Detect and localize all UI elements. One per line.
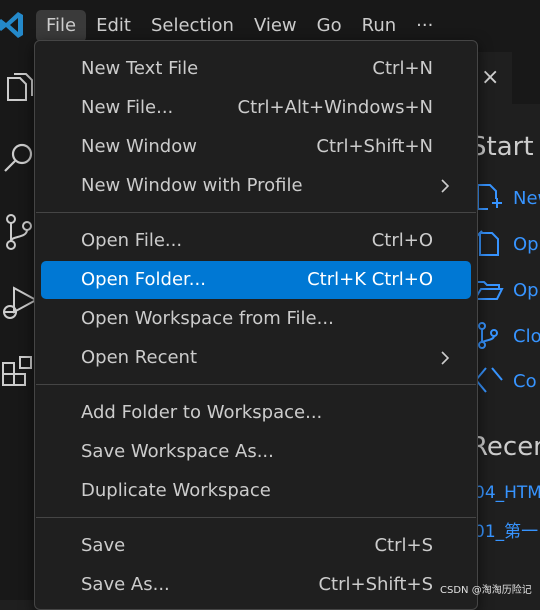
menu-item-shortcut: Ctrl+Alt+Windows+N: [237, 97, 433, 118]
menu-file[interactable]: File: [36, 10, 87, 42]
menu-item-shortcut: Ctrl+S: [374, 535, 433, 556]
menu-item-shortcut: Ctrl+K Ctrl+O: [307, 269, 433, 290]
chevron-right-icon: [441, 351, 450, 365]
menu-separator: [36, 212, 476, 213]
menu-item-new-text-file[interactable]: New Text File Ctrl+N: [41, 50, 471, 88]
menu-item-label: Save As...: [81, 574, 170, 595]
menu-item-save-workspace-as[interactable]: Save Workspace As...: [41, 433, 471, 471]
menu-bar: File Edit Selection View Go Run ···: [36, 10, 443, 42]
menu-item-label: New Window with Profile: [81, 175, 303, 196]
menu-item-save[interactable]: Save Ctrl+S: [41, 527, 471, 565]
menu-item-label: Open Recent: [81, 347, 198, 368]
menu-item-new-window[interactable]: New Window Ctrl+Shift+N: [41, 128, 471, 166]
menu-item-save-as[interactable]: Save As... Ctrl+Shift+S: [41, 566, 471, 604]
menu-item-open-folder[interactable]: Open Folder... Ctrl+K Ctrl+O: [41, 261, 471, 299]
menu-item-label: Add Folder to Workspace...: [81, 402, 323, 423]
menu-selection[interactable]: Selection: [141, 10, 244, 42]
close-icon[interactable]: ×: [481, 64, 499, 92]
menu-item-open-workspace-from-file[interactable]: Open Workspace from File...: [41, 300, 471, 338]
menu-item-new-window-with-profile[interactable]: New Window with Profile: [41, 167, 471, 205]
menu-item-label: Open Folder...: [81, 269, 206, 290]
menu-item-shortcut: Ctrl+N: [372, 58, 433, 79]
welcome-link-new[interactable]: New: [513, 188, 540, 209]
menu-separator: [36, 384, 476, 385]
menu-view[interactable]: View: [244, 10, 307, 42]
recent-item[interactable]: 01_第一: [474, 517, 538, 542]
menu-separator: [36, 517, 476, 518]
menu-run[interactable]: Run: [352, 10, 407, 42]
menu-item-open-recent[interactable]: Open Recent: [41, 339, 471, 377]
watermark: CSDN @淘淘历险记: [440, 585, 532, 596]
welcome-link-connect[interactable]: Co: [513, 371, 537, 392]
menu-item-open-file[interactable]: Open File... Ctrl+O: [41, 222, 471, 260]
menu-item-add-folder-to-workspace[interactable]: Add Folder to Workspace...: [41, 394, 471, 432]
welcome-link-clone[interactable]: Clo: [513, 326, 540, 347]
vscode-logo-icon: [0, 12, 23, 38]
welcome-link-open-folder[interactable]: Op: [513, 280, 539, 301]
welcome-start-heading: Start: [470, 132, 534, 162]
menu-more[interactable]: ···: [406, 10, 443, 42]
menu-item-label: New Window: [81, 136, 197, 157]
menu-edit[interactable]: Edit: [86, 10, 141, 42]
menu-item-label: Open File...: [81, 230, 183, 251]
recent-item[interactable]: 04_HTM: [474, 483, 540, 503]
menu-item-label: Save: [81, 535, 126, 556]
menu-item-label: New File...: [81, 97, 174, 118]
menu-item-label: Duplicate Workspace: [81, 480, 271, 501]
menu-item-shortcut: Ctrl+O: [371, 230, 433, 251]
file-menu-dropdown: New Text File Ctrl+N New File... Ctrl+Al…: [34, 40, 478, 610]
menu-item-label: New Text File: [81, 58, 199, 79]
chevron-right-icon: [441, 179, 450, 193]
menu-item-shortcut: Ctrl+Shift+N: [316, 136, 433, 157]
welcome-link-open-file[interactable]: Op: [513, 234, 539, 255]
menu-item-shortcut: Ctrl+Shift+S: [318, 574, 433, 595]
menu-item-label: Save Workspace As...: [81, 441, 274, 462]
menu-item-label: Open Workspace from File...: [81, 308, 334, 329]
menu-item-new-file[interactable]: New File... Ctrl+Alt+Windows+N: [41, 89, 471, 127]
welcome-recent-heading: Recen: [470, 432, 540, 462]
menu-go[interactable]: Go: [307, 10, 352, 42]
menu-item-duplicate-workspace[interactable]: Duplicate Workspace: [41, 472, 471, 510]
